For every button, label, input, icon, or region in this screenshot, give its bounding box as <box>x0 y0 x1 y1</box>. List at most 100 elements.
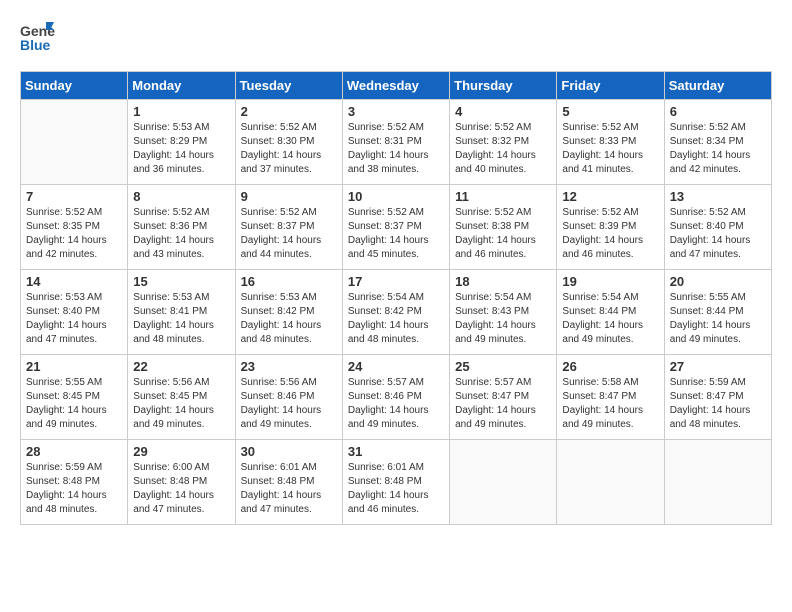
day-header-wednesday: Wednesday <box>342 72 449 100</box>
calendar-cell <box>664 440 771 525</box>
calendar-cell: 6Sunrise: 5:52 AMSunset: 8:34 PMDaylight… <box>664 100 771 185</box>
day-number: 25 <box>455 359 551 374</box>
day-info: Sunrise: 5:56 AMSunset: 8:46 PMDaylight:… <box>241 376 337 432</box>
day-info: Sunrise: 5:53 AMSunset: 8:29 PMDaylight:… <box>133 121 229 177</box>
calendar-cell: 18Sunrise: 5:54 AMSunset: 8:43 PMDayligh… <box>450 270 557 355</box>
logo: General Blue <box>20 20 56 61</box>
day-info: Sunrise: 5:52 AMSunset: 8:39 PMDaylight:… <box>562 206 658 262</box>
day-info: Sunrise: 5:53 AMSunset: 8:41 PMDaylight:… <box>133 291 229 347</box>
day-info: Sunrise: 5:52 AMSunset: 8:31 PMDaylight:… <box>348 121 444 177</box>
calendar-cell: 26 Sunrise: 5:58 AMSunset: 8:47 PMDayligh… <box>557 355 664 440</box>
day-number: 20 <box>670 274 766 289</box>
day-info: Sunrise: 5:52 AMSunset: 8:30 PMDaylight:… <box>241 121 337 177</box>
calendar-cell: 14 Sunrise: 5:53 AMSunset: 8:40 PMDayligh… <box>21 270 128 355</box>
day-number: 14 <box>26 274 122 289</box>
day-number: 5 <box>562 104 658 119</box>
day-number: 10 <box>348 189 444 204</box>
day-number: 17 <box>348 274 444 289</box>
day-number: 30 <box>241 444 337 459</box>
calendar-week-4: 21Sunrise: 5:55 AMSunset: 8:45 PMDayligh… <box>21 355 772 440</box>
calendar-cell: 10 Sunrise: 5:52 AMSunset: 8:37 PMDayligh… <box>342 185 449 270</box>
day-info: Sunrise: 5:53 AMSunset: 8:42 PMDaylight:… <box>241 291 337 347</box>
day-info: Sunrise: 5:52 AMSunset: 8:32 PMDaylight:… <box>455 121 551 177</box>
calendar-cell: 22Sunrise: 5:56 AMSunset: 8:45 PMDayligh… <box>128 355 235 440</box>
calendar-cell: 28 Sunrise: 5:59 AMSunset: 8:48 PMDayligh… <box>21 440 128 525</box>
day-number: 3 <box>348 104 444 119</box>
day-info: Sunrise: 5:52 AMSunset: 8:37 PMDaylight:… <box>348 206 444 262</box>
calendar-cell: 20 Sunrise: 5:55 AMSunset: 8:44 PMDayligh… <box>664 270 771 355</box>
day-info: Sunrise: 5:58 AMSunset: 8:47 PMDaylight:… <box>562 376 658 432</box>
day-header-tuesday: Tuesday <box>235 72 342 100</box>
day-number: 11 <box>455 189 551 204</box>
day-info: Sunrise: 5:54 AMSunset: 8:44 PMDaylight:… <box>562 291 658 347</box>
day-info: Sunrise: 5:54 AMSunset: 8:42 PMDaylight:… <box>348 291 444 347</box>
calendar-cell: 1 Sunrise: 5:53 AMSunset: 8:29 PMDaylight… <box>128 100 235 185</box>
calendar-cell: 31Sunrise: 6:01 AMSunset: 8:48 PMDayligh… <box>342 440 449 525</box>
calendar-cell: 13Sunrise: 5:52 AMSunset: 8:40 PMDayligh… <box>664 185 771 270</box>
calendar-cell: 15 Sunrise: 5:53 AMSunset: 8:41 PMDayligh… <box>128 270 235 355</box>
day-number: 22 <box>133 359 229 374</box>
day-info: Sunrise: 5:52 AMSunset: 8:40 PMDaylight:… <box>670 206 766 262</box>
day-number: 7 <box>26 189 122 204</box>
day-number: 28 <box>26 444 122 459</box>
day-info: Sunrise: 5:52 AMSunset: 8:35 PMDaylight:… <box>26 206 122 262</box>
calendar-cell <box>557 440 664 525</box>
day-number: 19 <box>562 274 658 289</box>
calendar-cell: 19 Sunrise: 5:54 AMSunset: 8:44 PMDayligh… <box>557 270 664 355</box>
day-info: Sunrise: 6:01 AMSunset: 8:48 PMDaylight:… <box>241 461 337 517</box>
logo-icon: General Blue <box>20 20 56 61</box>
calendar-week-3: 14 Sunrise: 5:53 AMSunset: 8:40 PMDayligh… <box>21 270 772 355</box>
calendar-cell: 8 Sunrise: 5:52 AMSunset: 8:36 PMDaylight… <box>128 185 235 270</box>
calendar-cell: 5 Sunrise: 5:52 AMSunset: 8:33 PMDaylight… <box>557 100 664 185</box>
day-number: 26 <box>562 359 658 374</box>
day-number: 31 <box>348 444 444 459</box>
day-info: Sunrise: 5:55 AMSunset: 8:44 PMDaylight:… <box>670 291 766 347</box>
day-info: Sunrise: 5:57 AMSunset: 8:46 PMDaylight:… <box>348 376 444 432</box>
day-info: Sunrise: 5:52 AMSunset: 8:37 PMDaylight:… <box>241 206 337 262</box>
day-number: 6 <box>670 104 766 119</box>
day-number: 12 <box>562 189 658 204</box>
calendar-cell: 2 Sunrise: 5:52 AMSunset: 8:30 PMDaylight… <box>235 100 342 185</box>
day-number: 16 <box>241 274 337 289</box>
calendar-cell: 3 Sunrise: 5:52 AMSunset: 8:31 PMDaylight… <box>342 100 449 185</box>
day-number: 23 <box>241 359 337 374</box>
day-header-monday: Monday <box>128 72 235 100</box>
day-info: Sunrise: 5:54 AMSunset: 8:43 PMDaylight:… <box>455 291 551 347</box>
day-number: 15 <box>133 274 229 289</box>
day-number: 2 <box>241 104 337 119</box>
day-header-sunday: Sunday <box>21 72 128 100</box>
calendar-cell: 23 Sunrise: 5:56 AMSunset: 8:46 PMDayligh… <box>235 355 342 440</box>
day-info: Sunrise: 5:59 AMSunset: 8:47 PMDaylight:… <box>670 376 766 432</box>
day-number: 4 <box>455 104 551 119</box>
day-number: 24 <box>348 359 444 374</box>
day-info: Sunrise: 5:52 AMSunset: 8:33 PMDaylight:… <box>562 121 658 177</box>
page-header: General Blue <box>20 20 772 61</box>
day-info: Sunrise: 5:52 AMSunset: 8:36 PMDaylight:… <box>133 206 229 262</box>
svg-text:Blue: Blue <box>20 37 51 53</box>
calendar-cell <box>21 100 128 185</box>
day-header-friday: Friday <box>557 72 664 100</box>
calendar-cell: 4 Sunrise: 5:52 AMSunset: 8:32 PMDaylight… <box>450 100 557 185</box>
calendar-cell: 7 Sunrise: 5:52 AMSunset: 8:35 PMDaylight… <box>21 185 128 270</box>
calendar-cell: 29Sunrise: 6:00 AMSunset: 8:48 PMDayligh… <box>128 440 235 525</box>
day-number: 1 <box>133 104 229 119</box>
day-number: 21 <box>26 359 122 374</box>
day-number: 8 <box>133 189 229 204</box>
day-number: 29 <box>133 444 229 459</box>
day-header-thursday: Thursday <box>450 72 557 100</box>
day-header-saturday: Saturday <box>664 72 771 100</box>
calendar-cell: 27Sunrise: 5:59 AMSunset: 8:47 PMDayligh… <box>664 355 771 440</box>
calendar-cell: 12 Sunrise: 5:52 AMSunset: 8:39 PMDayligh… <box>557 185 664 270</box>
calendar-cell: 30 Sunrise: 6:01 AMSunset: 8:48 PMDayligh… <box>235 440 342 525</box>
calendar-cell: 17 Sunrise: 5:54 AMSunset: 8:42 PMDayligh… <box>342 270 449 355</box>
calendar-cell: 16 Sunrise: 5:53 AMSunset: 8:42 PMDayligh… <box>235 270 342 355</box>
calendar-header-row: SundayMondayTuesdayWednesdayThursdayFrid… <box>21 72 772 100</box>
calendar-table: SundayMondayTuesdayWednesdayThursdayFrid… <box>20 71 772 525</box>
calendar-cell <box>450 440 557 525</box>
day-info: Sunrise: 5:53 AMSunset: 8:40 PMDaylight:… <box>26 291 122 347</box>
calendar-week-2: 7 Sunrise: 5:52 AMSunset: 8:35 PMDaylight… <box>21 185 772 270</box>
calendar-cell: 9Sunrise: 5:52 AMSunset: 8:37 PMDaylight… <box>235 185 342 270</box>
calendar-cell: 24 Sunrise: 5:57 AMSunset: 8:46 PMDayligh… <box>342 355 449 440</box>
calendar-week-5: 28 Sunrise: 5:59 AMSunset: 8:48 PMDayligh… <box>21 440 772 525</box>
day-info: Sunrise: 5:59 AMSunset: 8:48 PMDaylight:… <box>26 461 122 517</box>
